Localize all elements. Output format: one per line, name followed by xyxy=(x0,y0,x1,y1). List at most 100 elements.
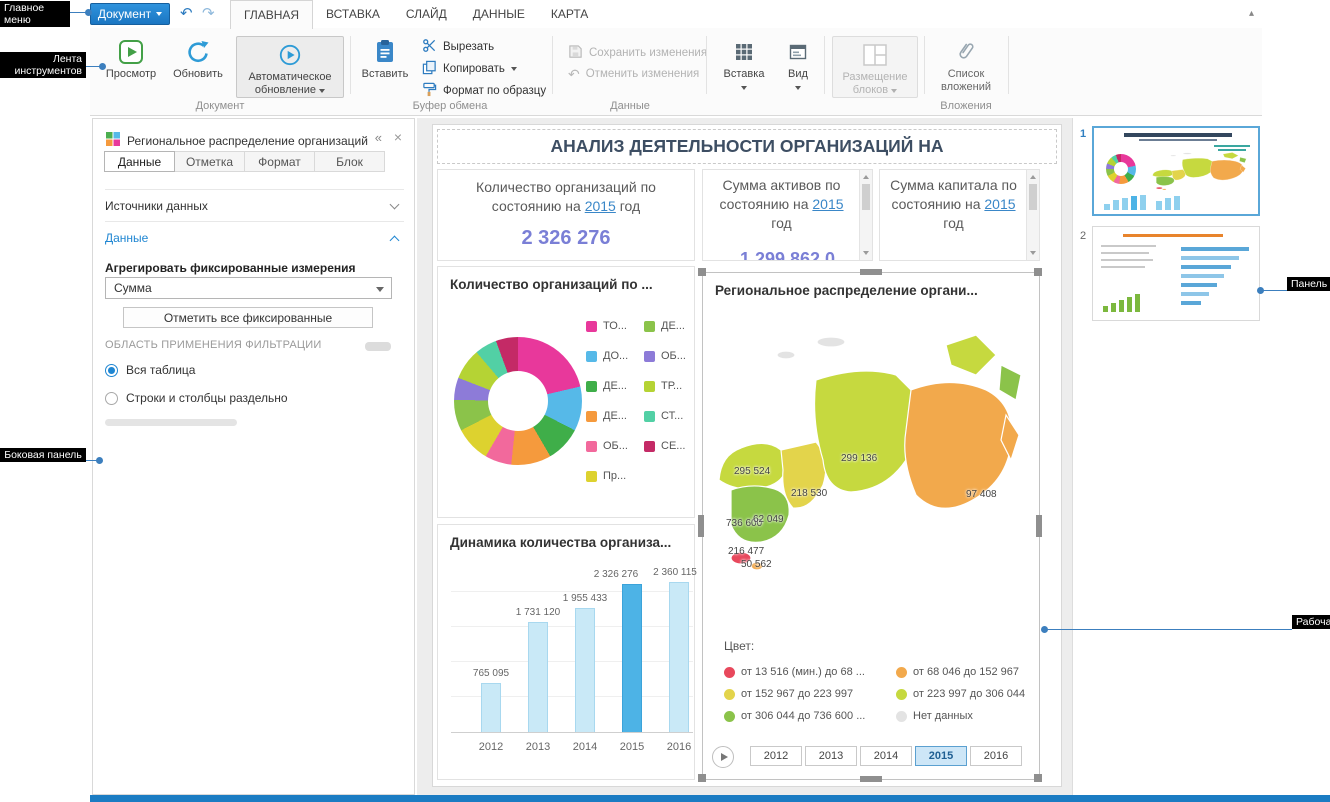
scrollbar[interactable] xyxy=(859,170,872,260)
bar-2012[interactable] xyxy=(481,683,501,732)
donut-legend-item[interactable]: ДЕ... xyxy=(586,371,628,401)
filter-scope-option-1[interactable]: Строки и столбцы раздельно xyxy=(105,391,288,405)
donut-legend-item[interactable]: ТО... xyxy=(586,311,628,341)
russia-map[interactable] xyxy=(1150,150,1250,198)
scroll-indicator[interactable] xyxy=(105,419,237,426)
selection-handle[interactable] xyxy=(698,268,706,276)
scroll-up-icon[interactable] xyxy=(1030,175,1036,179)
bar-category-label: 2015 xyxy=(620,741,644,753)
slide-number-1[interactable]: 1 xyxy=(1080,128,1086,140)
scroll-down-icon[interactable] xyxy=(863,251,869,255)
play-button[interactable] xyxy=(712,746,734,768)
auto-update-button[interactable]: Автоматическое обновление xyxy=(236,36,344,98)
year-button-2016[interactable]: 2016 xyxy=(970,746,1022,766)
donut-legend-item[interactable]: СЕ... xyxy=(644,431,686,461)
selection-handle[interactable] xyxy=(698,515,704,537)
year-button-2014[interactable]: 2014 xyxy=(860,746,912,766)
copy-button[interactable]: Копировать xyxy=(422,60,517,78)
map-block[interactable]: Региональное распределение органи... 295… xyxy=(702,272,1040,780)
year-link[interactable]: 2015 xyxy=(812,196,843,212)
panel-tab-1[interactable]: Отметка xyxy=(174,151,245,172)
aggregate-select[interactable]: Сумма xyxy=(105,277,392,299)
donut-legend-item[interactable]: ОБ... xyxy=(644,341,686,371)
kpi-card-assets[interactable]: Сумма активов по состоянию на 2015 год 1… xyxy=(702,169,873,261)
ribbon-tab-0[interactable]: ГЛАВНАЯ xyxy=(230,0,313,29)
panel-collapse-icon[interactable]: « xyxy=(375,130,382,145)
attachments-button[interactable]: Список вложений xyxy=(930,36,1002,94)
bar-2013[interactable] xyxy=(528,622,548,732)
donut-chart[interactable] xyxy=(454,337,582,465)
panel-tab-3[interactable]: Блок xyxy=(314,151,385,172)
ribbon-tab-3[interactable]: ДАННЫЕ xyxy=(460,0,538,29)
year-button-2012[interactable]: 2012 xyxy=(750,746,802,766)
refresh-button[interactable]: Обновить xyxy=(168,36,228,81)
section-data[interactable]: Данные xyxy=(105,231,148,245)
donut-legend-item[interactable]: ДЕ... xyxy=(644,311,686,341)
undo-icon[interactable]: ↶ xyxy=(180,4,193,22)
donut-chart-block[interactable]: Количество организаций по ... ТО...ДО...… xyxy=(437,266,695,518)
slide-number-2[interactable]: 2 xyxy=(1080,230,1086,242)
callout-toolbar: Лента инструментов xyxy=(0,52,86,78)
insert-menu-button[interactable]: Вставка xyxy=(718,36,770,94)
bar-2016[interactable] xyxy=(669,582,689,732)
document-menu-button[interactable]: Документ xyxy=(90,3,170,25)
bar-2015[interactable] xyxy=(622,584,642,732)
scroll-thumb[interactable] xyxy=(1029,184,1037,210)
preview-button[interactable]: Просмотр xyxy=(102,36,160,81)
filter-scope-indicator xyxy=(365,342,391,351)
kpi-card-organizations[interactable]: Количество организаций по состоянию на 2… xyxy=(437,169,695,261)
mark-all-fixed-button[interactable]: Отметить все фиксированные xyxy=(123,307,373,328)
scroll-thumb[interactable] xyxy=(862,184,870,210)
format-painter-button[interactable]: Формат по образцу xyxy=(422,82,546,100)
donut-legend-item[interactable]: ОБ... xyxy=(586,431,628,461)
donut-legend-item[interactable]: ТР... xyxy=(644,371,686,401)
legend-swatch xyxy=(586,351,597,362)
selection-handle[interactable] xyxy=(1034,268,1042,276)
bar-chart-block[interactable]: Динамика количества организа... 765 0952… xyxy=(437,524,695,780)
year-link[interactable]: 2015 xyxy=(585,198,616,214)
save-changes-button[interactable]: Сохранить изменения xyxy=(568,44,707,62)
legend-swatch xyxy=(644,411,655,422)
ribbon-tab-2[interactable]: СЛАЙД xyxy=(393,0,460,29)
legend-label: от 223 997 до 306 044 xyxy=(913,688,1025,700)
ribbon-tab-1[interactable]: ВСТАВКА xyxy=(313,0,393,29)
collapse-ribbon-icon[interactable]: ▴ xyxy=(1249,8,1254,19)
grid-icon xyxy=(718,36,770,68)
slide-thumbnail-2[interactable] xyxy=(1092,226,1260,321)
slide-thumbnail-1[interactable] xyxy=(1092,126,1260,216)
redo-icon[interactable]: ↷ xyxy=(202,4,215,22)
bar-2014[interactable] xyxy=(575,608,595,732)
scroll-up-icon[interactable] xyxy=(863,175,869,179)
panel-close-icon[interactable]: × xyxy=(394,129,402,145)
block-layout-button[interactable]: Размещение блоков xyxy=(832,36,918,98)
kpi-card-capital[interactable]: Сумма капитала по состоянию на 2015 год xyxy=(879,169,1040,261)
discard-changes-button[interactable]: ↶ Отменить изменения xyxy=(568,68,699,80)
selection-handle[interactable] xyxy=(860,269,882,275)
panel-tab-0[interactable]: Данные xyxy=(104,151,175,172)
cut-button[interactable]: Вырезать xyxy=(422,38,494,56)
chevron-down-icon[interactable] xyxy=(390,200,400,210)
donut-legend-item[interactable]: ДО... xyxy=(586,341,628,371)
section-data-sources[interactable]: Источники данных xyxy=(105,199,208,213)
view-menu-button[interactable]: Вид xyxy=(778,36,818,94)
donut-legend-item[interactable]: Пр... xyxy=(586,461,628,491)
donut-legend-item[interactable]: ДЕ... xyxy=(586,401,628,431)
selection-handle[interactable] xyxy=(1034,774,1042,782)
filter-scope-option-0[interactable]: Вся таблица xyxy=(105,363,288,377)
year-button-2015[interactable]: 2015 xyxy=(915,746,967,766)
donut-legend-item[interactable]: СТ... xyxy=(644,401,686,431)
document-menu-label: Документ xyxy=(98,7,151,21)
year-button-2013[interactable]: 2013 xyxy=(805,746,857,766)
chevron-up-icon[interactable] xyxy=(390,236,400,246)
selection-handle[interactable] xyxy=(860,776,882,782)
scroll-down-icon[interactable] xyxy=(1030,251,1036,255)
selection-handle[interactable] xyxy=(698,774,706,782)
map-legend-item: от 223 997 до 306 044 xyxy=(896,683,1042,705)
ribbon-tab-4[interactable]: КАРТА xyxy=(538,0,601,29)
panel-tab-2[interactable]: Формат xyxy=(244,151,315,172)
paste-button[interactable]: Вставить xyxy=(358,36,412,81)
legend-label: СТ... xyxy=(661,410,683,422)
year-link[interactable]: 2015 xyxy=(984,196,1015,212)
scrollbar[interactable] xyxy=(1026,170,1039,260)
selection-handle[interactable] xyxy=(1036,515,1042,537)
